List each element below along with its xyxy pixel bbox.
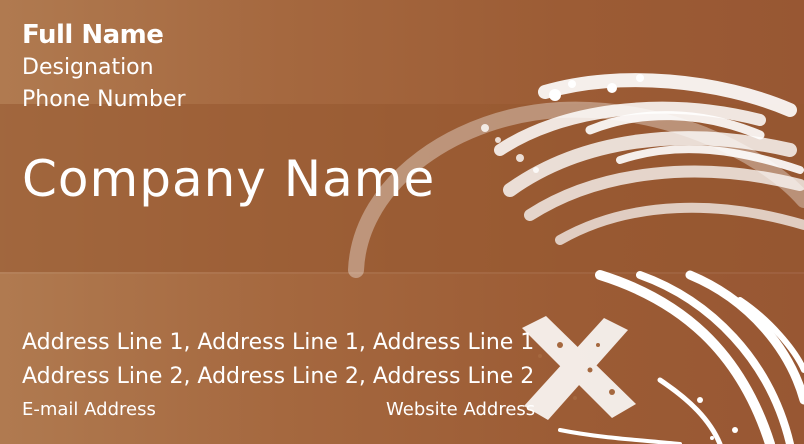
grunge-x-icon: [522, 316, 636, 420]
company-name: Company Name: [22, 150, 436, 208]
phone-number: Phone Number: [22, 87, 186, 112]
email-address: E-mail Address: [22, 399, 156, 420]
designation: Designation: [22, 55, 154, 80]
address-line-2: Address Line 2, Address Line 2, Address …: [22, 364, 535, 389]
full-name: Full Name: [22, 20, 164, 50]
website-address: Website Address: [386, 399, 536, 420]
address-line-1: Address Line 1, Address Line 1, Address …: [22, 330, 535, 355]
business-card: Full Name Designation Phone Number Compa…: [0, 0, 804, 444]
